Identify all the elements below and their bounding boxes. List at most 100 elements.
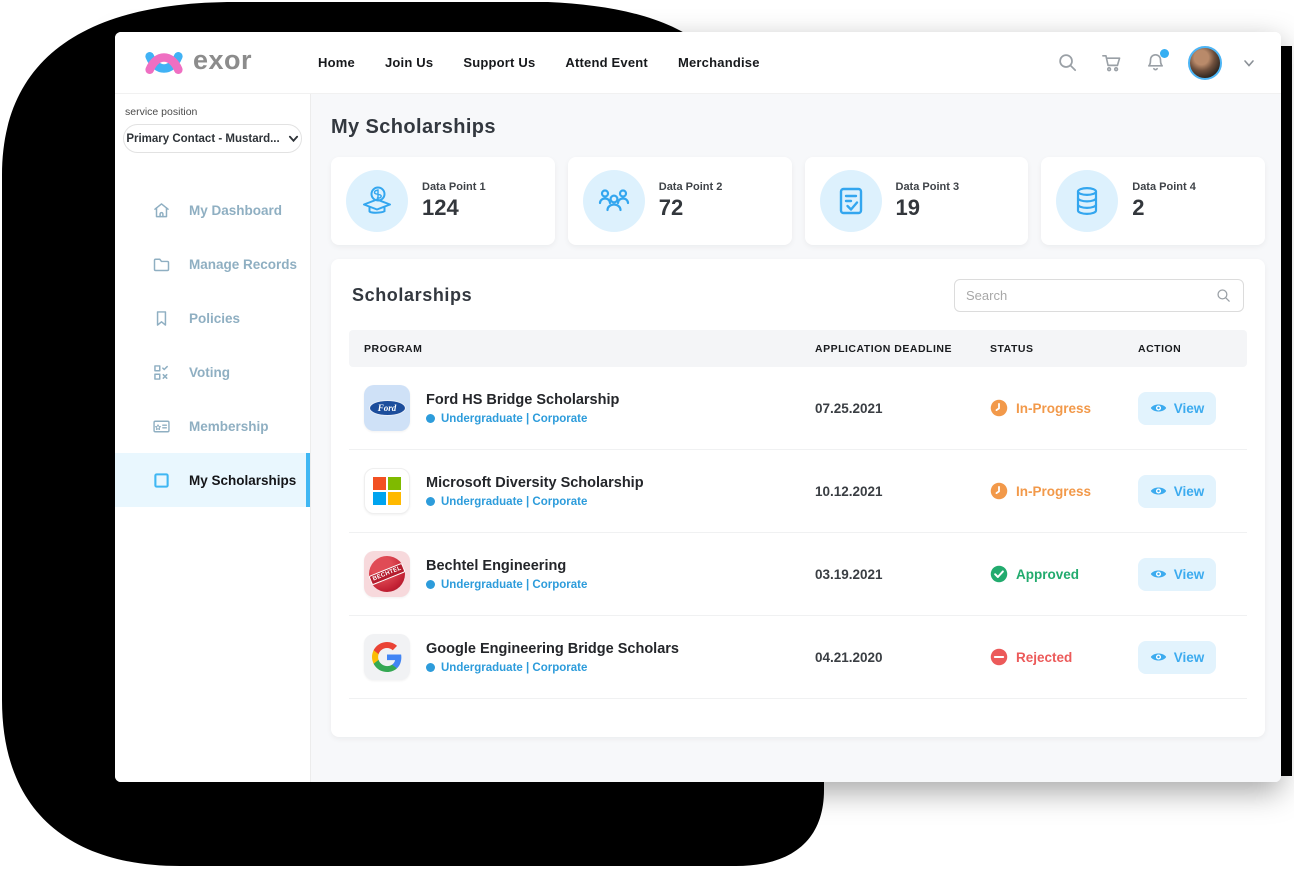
sidebar-item-label: My Scholarships (189, 472, 297, 488)
people-group-icon (582, 170, 645, 232)
view-button-label: View (1173, 400, 1205, 416)
avatar[interactable] (1188, 45, 1222, 80)
nav-link-attend-event[interactable]: Attend Event (565, 55, 648, 70)
checklist-icon (819, 170, 882, 232)
app-window: exor Home Join Us Support Us Attend Even… (115, 32, 1281, 782)
sidebar-item-membership[interactable]: Membership (115, 399, 310, 453)
brand-logo[interactable]: exor (143, 47, 252, 79)
sidebar-item-label: Voting (189, 364, 230, 380)
action-cell: View (1138, 391, 1232, 425)
cart-icon[interactable] (1100, 51, 1123, 74)
status-cell: Rejected (990, 648, 1138, 666)
sidebar-item-label: Manage Records (189, 256, 298, 272)
program-title: Google Engineering Bridge Scholars (426, 640, 679, 657)
table-row: Ford Ford HS Bridge Scholarship Undergra… (349, 367, 1247, 450)
program-tags-label: Undergraduate | Corporate (441, 495, 588, 508)
microsoft-logo (364, 468, 410, 514)
status-cell: In-Progress (990, 399, 1138, 417)
service-position-label: service position (125, 106, 198, 118)
ford-logo: Ford (364, 385, 410, 431)
column-action: ACTION (1138, 342, 1182, 355)
brand-name: exor (193, 45, 253, 75)
sidebar-item-my-scholarships[interactable]: My Scholarships (115, 453, 310, 507)
stat-card-4: Data Point 4 2 (1041, 157, 1265, 245)
table-header: PROGRAM APPLICATION DEADLINE STATUS ACTI… (349, 330, 1247, 367)
view-button[interactable]: View (1138, 474, 1216, 508)
view-button-label: View (1173, 566, 1205, 582)
nav-link-join-us[interactable]: Join Us (385, 55, 433, 70)
chevron-down-icon[interactable] (1243, 57, 1255, 69)
database-icon (1056, 170, 1119, 232)
program-tags-label: Undergraduate | Corporate (441, 412, 588, 425)
nav-link-merchandise[interactable]: Merchandise (678, 55, 760, 70)
sidebar-item-my-dashboard[interactable]: My Dashboard (115, 183, 310, 237)
column-status: STATUS (990, 342, 1034, 355)
eye-icon (1150, 570, 1166, 578)
program-tags-label: Undergraduate | Corporate (441, 661, 588, 674)
dot-icon (426, 414, 435, 423)
sidebar-item-voting[interactable]: Voting (115, 345, 310, 399)
sidebar-item-manage-records[interactable]: Manage Records (115, 237, 310, 291)
nav-links: Home Join Us Support Us Attend Event Mer… (318, 55, 760, 70)
stat-card-2: Data Point 2 72 (567, 157, 792, 245)
stage: exor Home Join Us Support Us Attend Even… (0, 0, 1294, 882)
table-row: BECHTEL Bechtel Engineering Undergraduat… (349, 533, 1247, 616)
column-application-deadline: APPLICATION DEADLINE (815, 342, 952, 355)
nav-link-home[interactable]: Home (318, 55, 355, 70)
program-tags-label: Undergraduate | Corporate (441, 578, 588, 591)
main-content: My Scholarships Data Point 1 124 Data Po… (311, 94, 1281, 782)
notification-dot (1160, 49, 1169, 58)
sidebar-item-label: Policies (189, 310, 241, 326)
brand-x-icon (145, 51, 183, 74)
bechtel-logo: BECHTEL (364, 551, 410, 597)
table-row: Microsoft Diversity Scholarship Undergra… (349, 450, 1247, 533)
view-button[interactable]: View (1138, 557, 1216, 591)
stat-label: Data Point 2 (658, 181, 723, 193)
folder-icon (153, 258, 170, 271)
program-title: Ford HS Bridge Scholarship (426, 391, 620, 408)
scholarships-card: Scholarships PROGRAM APPLICATION DEADLIN… (331, 259, 1265, 737)
bell-icon[interactable] (1144, 49, 1169, 74)
status-label: In-Progress (1016, 400, 1092, 416)
program-cell: Microsoft Diversity Scholarship Undergra… (364, 468, 815, 514)
scholarship-cap-dollar-icon (346, 170, 408, 232)
program-tags: Undergraduate | Corporate (426, 579, 587, 591)
program-tags: Undergraduate | Corporate (426, 662, 679, 674)
eye-icon (1150, 653, 1166, 661)
ballot-icon (154, 364, 168, 380)
view-button[interactable]: View (1138, 640, 1216, 674)
action-cell: View (1138, 557, 1232, 591)
program-cell: BECHTEL Bechtel Engineering Undergraduat… (364, 551, 815, 597)
status-label: Rejected (1016, 649, 1073, 665)
search-icon[interactable] (1056, 51, 1079, 74)
nav-link-support-us[interactable]: Support Us (463, 55, 535, 70)
table-body: Ford Ford HS Bridge Scholarship Undergra… (349, 367, 1247, 699)
status-cell: Approved (990, 565, 1138, 583)
square-icon (154, 472, 169, 488)
search-icon[interactable] (1215, 287, 1232, 304)
status-label: In-Progress (1016, 483, 1092, 499)
view-button[interactable]: View (1138, 391, 1216, 425)
search-input[interactable] (966, 288, 1215, 303)
status-icon (990, 399, 1008, 417)
stat-cards: Data Point 1 124 Data Point 2 72 Data Po… (331, 157, 1265, 245)
view-button-label: View (1173, 483, 1205, 499)
status-icon (990, 482, 1008, 500)
program-title: Microsoft Diversity Scholarship (426, 474, 644, 491)
program-tags: Undergraduate | Corporate (426, 413, 619, 425)
eye-icon (1150, 404, 1166, 412)
view-button-label: View (1173, 649, 1205, 665)
program-title: Bechtel Engineering (426, 557, 567, 574)
deadline-cell: 04.21.2020 (815, 649, 883, 665)
page-title: My Scholarships (331, 116, 496, 138)
stat-value: 124 (422, 195, 459, 220)
google-logo (364, 634, 410, 680)
dot-icon (426, 663, 435, 672)
program-tags: Undergraduate | Corporate (426, 496, 644, 508)
column-program: PROGRAM (364, 342, 423, 355)
stat-card-3: Data Point 3 19 (804, 157, 1029, 245)
home-icon (154, 202, 169, 217)
status-icon (990, 648, 1008, 666)
sidebar-item-policies[interactable]: Policies (115, 291, 310, 345)
service-position-dropdown[interactable]: Primary Contact - Mustard... (123, 124, 302, 153)
